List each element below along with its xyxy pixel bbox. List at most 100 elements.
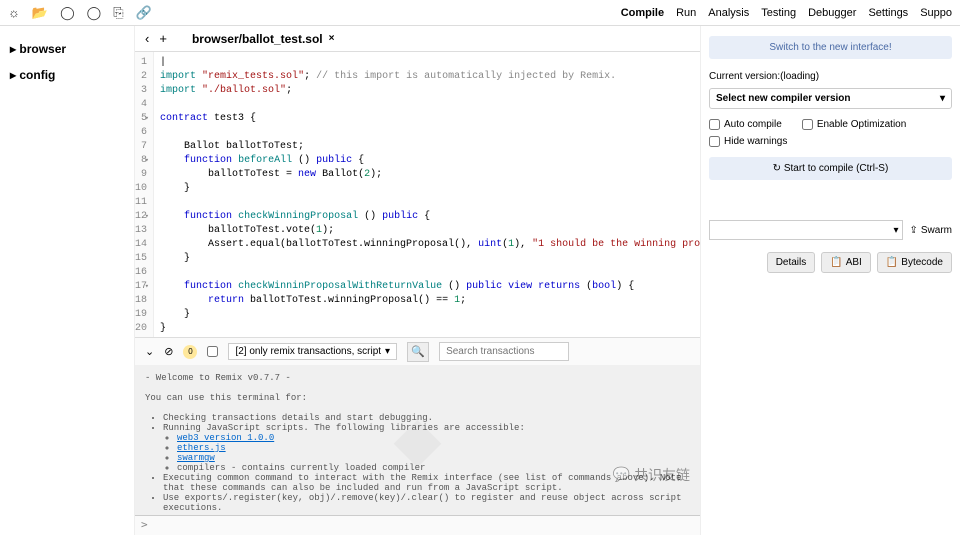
tab-settings[interactable]: Settings bbox=[868, 7, 908, 19]
link-icon[interactable]: 🔗 bbox=[136, 5, 152, 21]
sidebar-item-config[interactable]: ▸ config bbox=[0, 62, 134, 88]
terminal-list: Checking transactions details and start … bbox=[163, 413, 690, 513]
code-line[interactable]: import "./ballot.sol"; bbox=[160, 84, 700, 98]
lib-link[interactable]: swarmgw bbox=[177, 453, 215, 463]
line-number: 11 bbox=[135, 196, 147, 210]
code-line[interactable]: } bbox=[160, 182, 700, 196]
compiler-select[interactable]: Select new compiler version▾ bbox=[709, 88, 952, 109]
line-number: 18 bbox=[135, 294, 147, 308]
clear-icon[interactable]: ⊘ bbox=[164, 345, 173, 358]
code-line[interactable]: ballotToTest.vote(1); bbox=[160, 224, 700, 238]
line-number: 2 bbox=[135, 70, 147, 84]
compile-panel: Switch to the new interface! Current ver… bbox=[700, 26, 960, 535]
lib-link[interactable]: web3 version 1.0.0 bbox=[177, 433, 274, 443]
code-editor[interactable]: 123456789101112131415161718192021 |impor… bbox=[135, 52, 700, 337]
code-line[interactable]: contract test3 { bbox=[160, 112, 700, 126]
line-gutter: 123456789101112131415161718192021 bbox=[135, 52, 154, 337]
lib-item: swarmgw bbox=[177, 453, 690, 463]
terminal-bullet: Running JavaScript scripts. The followin… bbox=[163, 423, 690, 433]
optimization-check[interactable]: Enable Optimization bbox=[802, 119, 907, 130]
swarm-button[interactable]: ⇪Swarm bbox=[909, 225, 952, 236]
line-number: 12 bbox=[135, 210, 147, 224]
terminal-bullet: Checking transactions details and start … bbox=[163, 413, 690, 423]
compile-button[interactable]: ↻ Start to compile (Ctrl-S) bbox=[709, 157, 952, 180]
code-line[interactable]: } bbox=[160, 322, 700, 336]
abi-button[interactable]: 📋ABI bbox=[821, 252, 871, 273]
file-explorer: ▸ browser ▸ config bbox=[0, 26, 135, 535]
code-line[interactable]: ballotToTest = new Ballot(2); bbox=[160, 168, 700, 182]
terminal-bullet: Executing common command to interact wit… bbox=[163, 473, 690, 493]
line-number: 5 bbox=[135, 112, 147, 126]
file-tab[interactable]: browser/ballot_test.sol × bbox=[182, 28, 345, 50]
listen-checkbox[interactable] bbox=[207, 346, 218, 357]
code-line[interactable] bbox=[160, 126, 700, 140]
terminal-welcome: - Welcome to Remix v0.7.7 - bbox=[145, 373, 690, 383]
line-number: 6 bbox=[135, 126, 147, 140]
collapse-icon[interactable]: ⌄ bbox=[145, 345, 154, 358]
line-number: 9 bbox=[135, 168, 147, 182]
line-number: 19 bbox=[135, 308, 147, 322]
sidebar-item-browser[interactable]: ▸ browser bbox=[0, 36, 134, 62]
toolbar: ☼ 📂 ◯ ◯ ⎘ 🔗 bbox=[0, 5, 152, 21]
code-line[interactable]: return ballotToTest.winningProposal() ==… bbox=[160, 294, 700, 308]
tab-run[interactable]: Run bbox=[676, 7, 696, 19]
nav-add-icon[interactable]: + bbox=[159, 31, 167, 46]
refresh-icon: ↻ bbox=[773, 163, 781, 174]
terminal-input[interactable]: > bbox=[135, 515, 700, 535]
code-line[interactable]: Ballot ballotToTest; bbox=[160, 140, 700, 154]
watermark: 💬共识友链 bbox=[613, 465, 690, 485]
code-line[interactable]: import "remix_tests.sol"; // this import… bbox=[160, 70, 700, 84]
code-line[interactable]: function checkWinningProposal () public … bbox=[160, 210, 700, 224]
code-area[interactable]: |import "remix_tests.sol"; // this impor… bbox=[154, 52, 700, 337]
line-number: 10 bbox=[135, 182, 147, 196]
line-number: 7 bbox=[135, 140, 147, 154]
tab-compile[interactable]: Compile bbox=[621, 7, 664, 19]
terminal[interactable]: ◆ - Welcome to Remix v0.7.7 - You can us… bbox=[135, 365, 700, 515]
code-line[interactable]: function beforeAll () public { bbox=[160, 154, 700, 168]
code-line[interactable]: Assert.equal(ballotToTest.winningProposa… bbox=[160, 238, 700, 252]
gear-icon[interactable]: ☼ bbox=[8, 5, 20, 21]
close-icon[interactable]: × bbox=[329, 33, 335, 44]
switch-interface-button[interactable]: Switch to the new interface! bbox=[709, 36, 952, 59]
bytecode-button[interactable]: 📋Bytecode bbox=[877, 252, 952, 273]
code-line[interactable]: } bbox=[160, 252, 700, 266]
line-number: 8 bbox=[135, 154, 147, 168]
nav-back-icon[interactable]: ‹ bbox=[145, 31, 149, 46]
hide-warnings-check[interactable]: Hide warnings bbox=[709, 136, 787, 147]
github-icon-2[interactable]: ◯ bbox=[87, 5, 102, 21]
editor-tabbar: ‹ + browser/ballot_test.sol × bbox=[135, 26, 700, 52]
code-line[interactable] bbox=[160, 266, 700, 280]
folder-icon[interactable]: 📂 bbox=[32, 5, 48, 21]
code-line[interactable]: } bbox=[160, 308, 700, 322]
upload-icon: ⇪ bbox=[909, 225, 917, 236]
github-icon[interactable]: ◯ bbox=[60, 5, 75, 21]
tab-testing[interactable]: Testing bbox=[761, 7, 796, 19]
search-button[interactable]: 🔍 bbox=[407, 342, 429, 362]
code-line[interactable] bbox=[160, 196, 700, 210]
lib-item: web3 version 1.0.0 bbox=[177, 433, 690, 443]
line-number: 20 bbox=[135, 322, 147, 336]
line-number: 16 bbox=[135, 266, 147, 280]
tab-debugger[interactable]: Debugger bbox=[808, 7, 856, 19]
line-number: 15 bbox=[135, 252, 147, 266]
search-input[interactable] bbox=[439, 342, 569, 361]
tab-analysis[interactable]: Analysis bbox=[708, 7, 749, 19]
line-number: 17 bbox=[135, 280, 147, 294]
auto-compile-check[interactable]: Auto compile bbox=[709, 119, 782, 130]
code-line[interactable]: | bbox=[160, 56, 700, 70]
tab-suppo[interactable]: Suppo bbox=[920, 7, 952, 19]
right-tabs: Compile Run Analysis Testing Debugger Setting… bbox=[621, 7, 960, 19]
lib-link[interactable]: ethers.js bbox=[177, 443, 226, 453]
terminal-intro: You can use this terminal for: bbox=[145, 393, 690, 403]
line-number: 14 bbox=[135, 238, 147, 252]
plugin-icon[interactable]: ⎘ bbox=[113, 5, 123, 21]
details-button[interactable]: Details bbox=[767, 252, 816, 273]
version-label: Current version:(loading) bbox=[709, 71, 952, 82]
line-number: 4 bbox=[135, 98, 147, 112]
tab-label: browser/ballot_test.sol bbox=[192, 32, 323, 46]
tx-filter-dropdown[interactable]: [2] only remix transactions, script▾ bbox=[228, 343, 397, 360]
contract-select[interactable]: ▾ bbox=[709, 220, 903, 240]
code-line[interactable]: function checkWinninProposalWithReturnVa… bbox=[160, 280, 700, 294]
line-number: 13 bbox=[135, 224, 147, 238]
code-line[interactable] bbox=[160, 98, 700, 112]
